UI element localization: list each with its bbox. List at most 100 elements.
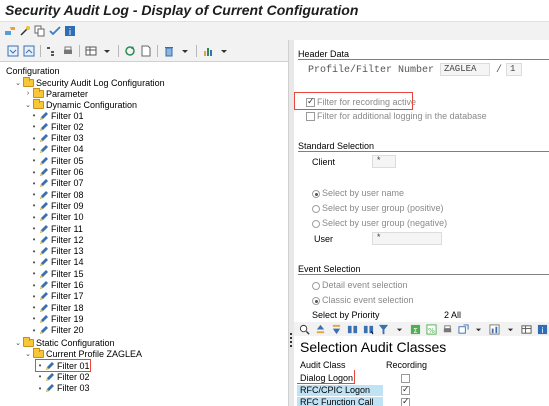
- radio-icon[interactable]: [312, 219, 320, 228]
- radio-classic-event[interactable]: Classic event selection: [312, 295, 414, 305]
- bullet-icon: •: [32, 246, 36, 256]
- grid-layout-icon[interactable]: [84, 44, 98, 58]
- tree-node-dynamic[interactable]: ⌄ Dynamic Configuration: [24, 98, 137, 110]
- tree-node-filter[interactable]: • Filter 04: [30, 144, 84, 155]
- subtotal-icon[interactable]: %: [425, 322, 439, 336]
- radio-selected-icon[interactable]: [312, 189, 320, 198]
- section-divider: [298, 274, 549, 275]
- layout-icon[interactable]: [519, 322, 533, 336]
- tree-node-filter[interactable]: • Filter 10: [30, 212, 84, 223]
- tree-node-filter[interactable]: • Filter 18: [30, 302, 84, 313]
- display-change-icon[interactable]: [4, 25, 16, 37]
- recording-checkbox[interactable]: [398, 373, 412, 384]
- details-icon[interactable]: [298, 322, 312, 336]
- new-document-icon[interactable]: [139, 44, 153, 58]
- tree-node-filter[interactable]: • Filter 16: [30, 280, 84, 291]
- check-icon[interactable]: [49, 25, 61, 37]
- radio-group-positive[interactable]: Select by user group (positive): [312, 203, 444, 213]
- tree-node-filter[interactable]: • Filter 11: [30, 223, 83, 234]
- expand-arrow-icon[interactable]: ⌄: [14, 339, 22, 347]
- info-icon[interactable]: i: [535, 322, 549, 336]
- toolbar-separator: [40, 44, 41, 57]
- radio-detail-event[interactable]: Detail event selection: [312, 280, 408, 290]
- slash-label: /: [496, 65, 503, 76]
- tree-node-filter[interactable]: • Filter 09: [30, 200, 84, 211]
- pencil-icon: [39, 133, 49, 143]
- tree-node-filter[interactable]: • Filter 15: [30, 268, 84, 279]
- sort-descending-icon[interactable]: [330, 322, 344, 336]
- sort-ascending-icon[interactable]: [314, 322, 328, 336]
- dropdown-icon[interactable]: [217, 44, 231, 58]
- radio-group-negative[interactable]: Select by user group (negative): [312, 218, 447, 228]
- audit-class-cell[interactable]: RFC/CPIC Logon: [297, 385, 383, 396]
- copy-icon[interactable]: [34, 25, 46, 37]
- checkbox-icon[interactable]: [306, 112, 315, 122]
- print-icon[interactable]: [440, 322, 454, 336]
- dropdown-icon[interactable]: [393, 322, 407, 336]
- tree-node-filter[interactable]: • Filter 08: [30, 189, 84, 200]
- checkbox-checked-icon[interactable]: [401, 384, 410, 396]
- expand-all-icon[interactable]: [6, 44, 20, 58]
- collapse-all-icon[interactable]: [22, 44, 36, 58]
- tree-node-filter[interactable]: • Filter 07: [30, 178, 84, 189]
- radio-selected-icon[interactable]: [312, 296, 320, 305]
- recording-checkbox[interactable]: [398, 396, 412, 406]
- tree-node-filter[interactable]: • Filter 01: [30, 110, 84, 121]
- dropdown-icon[interactable]: [100, 44, 114, 58]
- profile-value-field[interactable]: ZAGLEA: [440, 63, 490, 76]
- tree-node-filter[interactable]: • Filter 19: [30, 313, 84, 324]
- checkbox-icon[interactable]: [401, 374, 410, 384]
- tree-node-filter[interactable]: • Filter 02: [30, 121, 84, 132]
- tree-node-static[interactable]: ⌄ Static Configuration: [14, 336, 115, 348]
- tree-node-filter[interactable]: • Filter 12: [30, 234, 84, 245]
- chart-icon[interactable]: [201, 44, 215, 58]
- expand-arrow-icon[interactable]: ⌄: [24, 350, 32, 358]
- audit-class-cell[interactable]: RFC Function Call: [297, 397, 383, 406]
- tree-node-filter[interactable]: • Filter 06: [30, 167, 84, 178]
- tree-icon[interactable]: [45, 44, 59, 58]
- delete-icon[interactable]: [162, 44, 176, 58]
- dropdown-icon[interactable]: [504, 322, 518, 336]
- expand-arrow-icon[interactable]: ⌄: [24, 101, 32, 109]
- user-field[interactable]: *: [372, 232, 442, 245]
- priority-select[interactable]: 2 All: [444, 310, 461, 320]
- dropdown-icon[interactable]: [472, 322, 486, 336]
- collapse-arrow-icon[interactable]: ›: [24, 90, 32, 97]
- svg-text:i: i: [69, 28, 72, 37]
- additional-logging-checkbox[interactable]: Filter for additional logging in the dat…: [306, 111, 487, 122]
- info-icon[interactable]: i: [64, 25, 76, 37]
- tree-header: Configuration: [6, 66, 60, 76]
- tree-node-static-filter[interactable]: • Filter 02: [36, 371, 90, 382]
- tree-node-static-filter[interactable]: • Filter 01: [35, 359, 91, 372]
- radio-icon[interactable]: [312, 204, 320, 213]
- folder-open-icon: [23, 76, 34, 87]
- tree-node-filter[interactable]: • Filter 03: [30, 133, 84, 144]
- tree-node-parameter[interactable]: › Parameter: [24, 87, 88, 99]
- tree-node-filter[interactable]: • Filter 14: [30, 257, 84, 268]
- print-icon[interactable]: [61, 44, 75, 58]
- chart-icon[interactable]: [488, 322, 502, 336]
- tree-node-static-filter[interactable]: • Filter 03: [36, 383, 90, 394]
- expand-arrow-icon[interactable]: ⌄: [14, 79, 22, 87]
- tree-node-filter[interactable]: • Filter 05: [30, 155, 84, 166]
- tree-node-filter[interactable]: • Filter 20: [30, 325, 84, 336]
- checkbox-checked-icon[interactable]: [401, 396, 410, 406]
- tree-node-root[interactable]: ⌄ Security Audit Log Configuration: [14, 76, 165, 88]
- svg-text:i: i: [541, 325, 543, 335]
- filter-icon[interactable]: [377, 322, 391, 336]
- export-icon[interactable]: [456, 322, 470, 336]
- radio-icon[interactable]: [312, 281, 320, 290]
- recording-checkbox[interactable]: [398, 384, 412, 396]
- sum-icon[interactable]: Σ: [409, 322, 423, 336]
- tree-node-filter[interactable]: • Filter 17: [30, 291, 84, 302]
- filter-number-field[interactable]: 1: [506, 63, 522, 76]
- radio-user-name[interactable]: Select by user name: [312, 188, 404, 198]
- client-field[interactable]: *: [372, 155, 396, 168]
- find-icon[interactable]: [345, 322, 359, 336]
- find-next-icon[interactable]: [361, 322, 375, 336]
- magic-wand-icon[interactable]: [19, 25, 31, 37]
- refresh-icon[interactable]: [123, 44, 137, 58]
- tree-node-filter[interactable]: • Filter 13: [30, 246, 84, 257]
- dropdown-icon[interactable]: [178, 44, 192, 58]
- tree-node-current-profile[interactable]: ⌄ Current Profile ZAGLEA: [24, 347, 142, 359]
